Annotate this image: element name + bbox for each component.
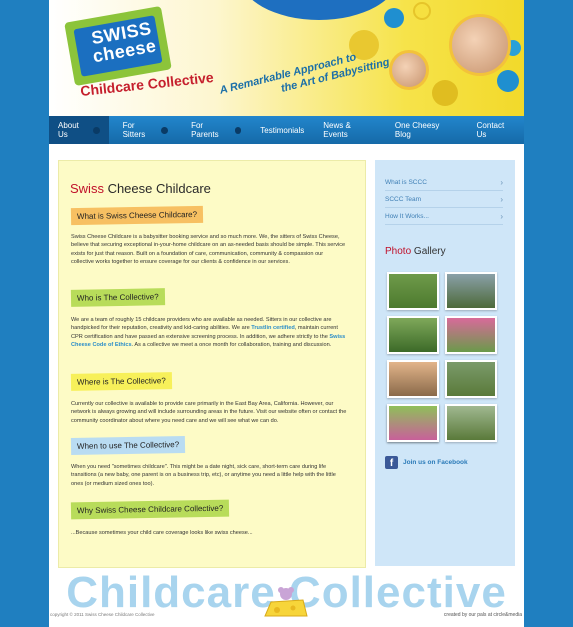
- gallery-thumbnail[interactable]: [387, 272, 439, 310]
- gallery-thumbnail[interactable]: [387, 360, 439, 398]
- section-heading: Where is The Collective?: [70, 372, 172, 391]
- sidebar-link-label: How It Works...: [385, 212, 429, 220]
- sidebar-link-how-it-works[interactable]: How It Works... ›: [385, 208, 503, 225]
- gallery-thumbnail[interactable]: [445, 360, 497, 398]
- decorative-dot: [413, 2, 431, 20]
- nav-label: About Us: [58, 121, 79, 139]
- nav-item-testimonials[interactable]: Testimonials: [250, 116, 313, 144]
- sidebar-link-what-is-sccc[interactable]: What is SCCC ›: [385, 174, 503, 191]
- nav-item-blog[interactable]: One Cheesy Blog: [385, 116, 465, 144]
- main-nav: About Us For Sitters For Parents Testimo…: [49, 116, 524, 144]
- section-heading: Why Swiss Cheese Childcare Collective?: [70, 499, 230, 520]
- gallery-thumbnail[interactable]: [445, 404, 497, 442]
- section-heading: When to use The Collective?: [70, 436, 186, 455]
- tagline: A Remarkable Approach to the Art of Baby…: [218, 44, 391, 111]
- credit-link[interactable]: created by our pals at circle&media: [444, 612, 522, 618]
- trustline-link[interactable]: Trustlin certified: [251, 325, 295, 331]
- copyright-text: copyright © 2011 Swiss Cheese Childcare …: [50, 612, 155, 617]
- gallery-thumbnail[interactable]: [445, 272, 497, 310]
- page: SWISS cheese Childcare Collective A Rema…: [49, 0, 524, 627]
- woman-photo: [449, 14, 511, 76]
- decorative-arc: [239, 0, 399, 20]
- nav-label: One Cheesy Blog: [394, 121, 440, 139]
- cheese-mascot-icon: [264, 587, 308, 617]
- title-red: Swiss: [70, 181, 104, 196]
- chevron-right-icon: ›: [500, 211, 503, 221]
- gallery-title-rest: Gallery: [411, 246, 446, 257]
- main-content: Swiss Cheese Childcare What is Swiss Che…: [58, 160, 366, 568]
- nav-label: For Parents: [191, 121, 219, 139]
- section-text: Swiss Cheese Childcare is a babysitter b…: [71, 234, 346, 265]
- facebook-label: Join us on Facebook: [403, 459, 468, 466]
- gallery-title-red: Photo: [385, 246, 412, 257]
- nav-item-about-us[interactable]: About Us: [49, 116, 109, 144]
- section-text: ...Because sometimes your child care cov…: [71, 530, 253, 536]
- nav-label: Contact Us: [476, 121, 505, 139]
- nav-item-for-sitters[interactable]: For Sitters: [109, 116, 177, 144]
- nav-label: For Sitters: [122, 121, 146, 139]
- gallery-thumbnail[interactable]: [387, 316, 439, 354]
- nav-item-contact-us[interactable]: Contact Us: [465, 116, 524, 144]
- section-heading: What is Swiss Cheese Childcare?: [70, 205, 204, 226]
- chevron-right-icon: ›: [500, 194, 503, 204]
- gallery-title: Photo Gallery: [385, 246, 446, 257]
- decorative-dot: [432, 80, 458, 106]
- nav-item-for-parents[interactable]: For Parents: [177, 116, 250, 144]
- header-banner: SWISS cheese Childcare Collective A Rema…: [49, 0, 524, 116]
- facebook-link[interactable]: f Join us on Facebook: [385, 456, 468, 469]
- baby-photo: [389, 50, 429, 90]
- decorative-dot: [497, 70, 519, 92]
- page-title: Swiss Cheese Childcare: [70, 181, 211, 196]
- nav-label: Testimonials: [260, 125, 305, 135]
- dropdown-icon: [234, 126, 242, 134]
- facebook-icon: f: [385, 456, 398, 469]
- gallery-thumbnail[interactable]: [445, 316, 497, 354]
- dropdown-icon: [92, 126, 100, 134]
- dropdown-icon: [161, 126, 169, 134]
- sidebar: What is SCCC › SCCC Team › How It Works...…: [375, 160, 515, 566]
- section-text: Currently our collective is available to…: [71, 401, 347, 424]
- sidebar-link-label: SCCC Team: [385, 195, 422, 203]
- nav-label: News & Events: [323, 121, 351, 139]
- chevron-right-icon: ›: [500, 177, 503, 187]
- section-text: We are a team of roughly 15 childcare pr…: [71, 316, 347, 349]
- sidebar-link-sccc-team[interactable]: SCCC Team ›: [385, 191, 503, 208]
- gallery-thumbnail[interactable]: [387, 404, 439, 442]
- text-fragment: . As a collective we meet a once month f…: [131, 341, 332, 348]
- decorative-dot: [384, 8, 404, 28]
- section-text: When you need "sometimes childcare". Thi…: [71, 464, 336, 487]
- section-heading: Who is The Collective?: [70, 288, 165, 307]
- sidebar-link-label: What is SCCC: [385, 178, 427, 186]
- title-rest: Cheese Childcare: [103, 181, 211, 196]
- nav-item-news-events[interactable]: News & Events: [313, 116, 385, 144]
